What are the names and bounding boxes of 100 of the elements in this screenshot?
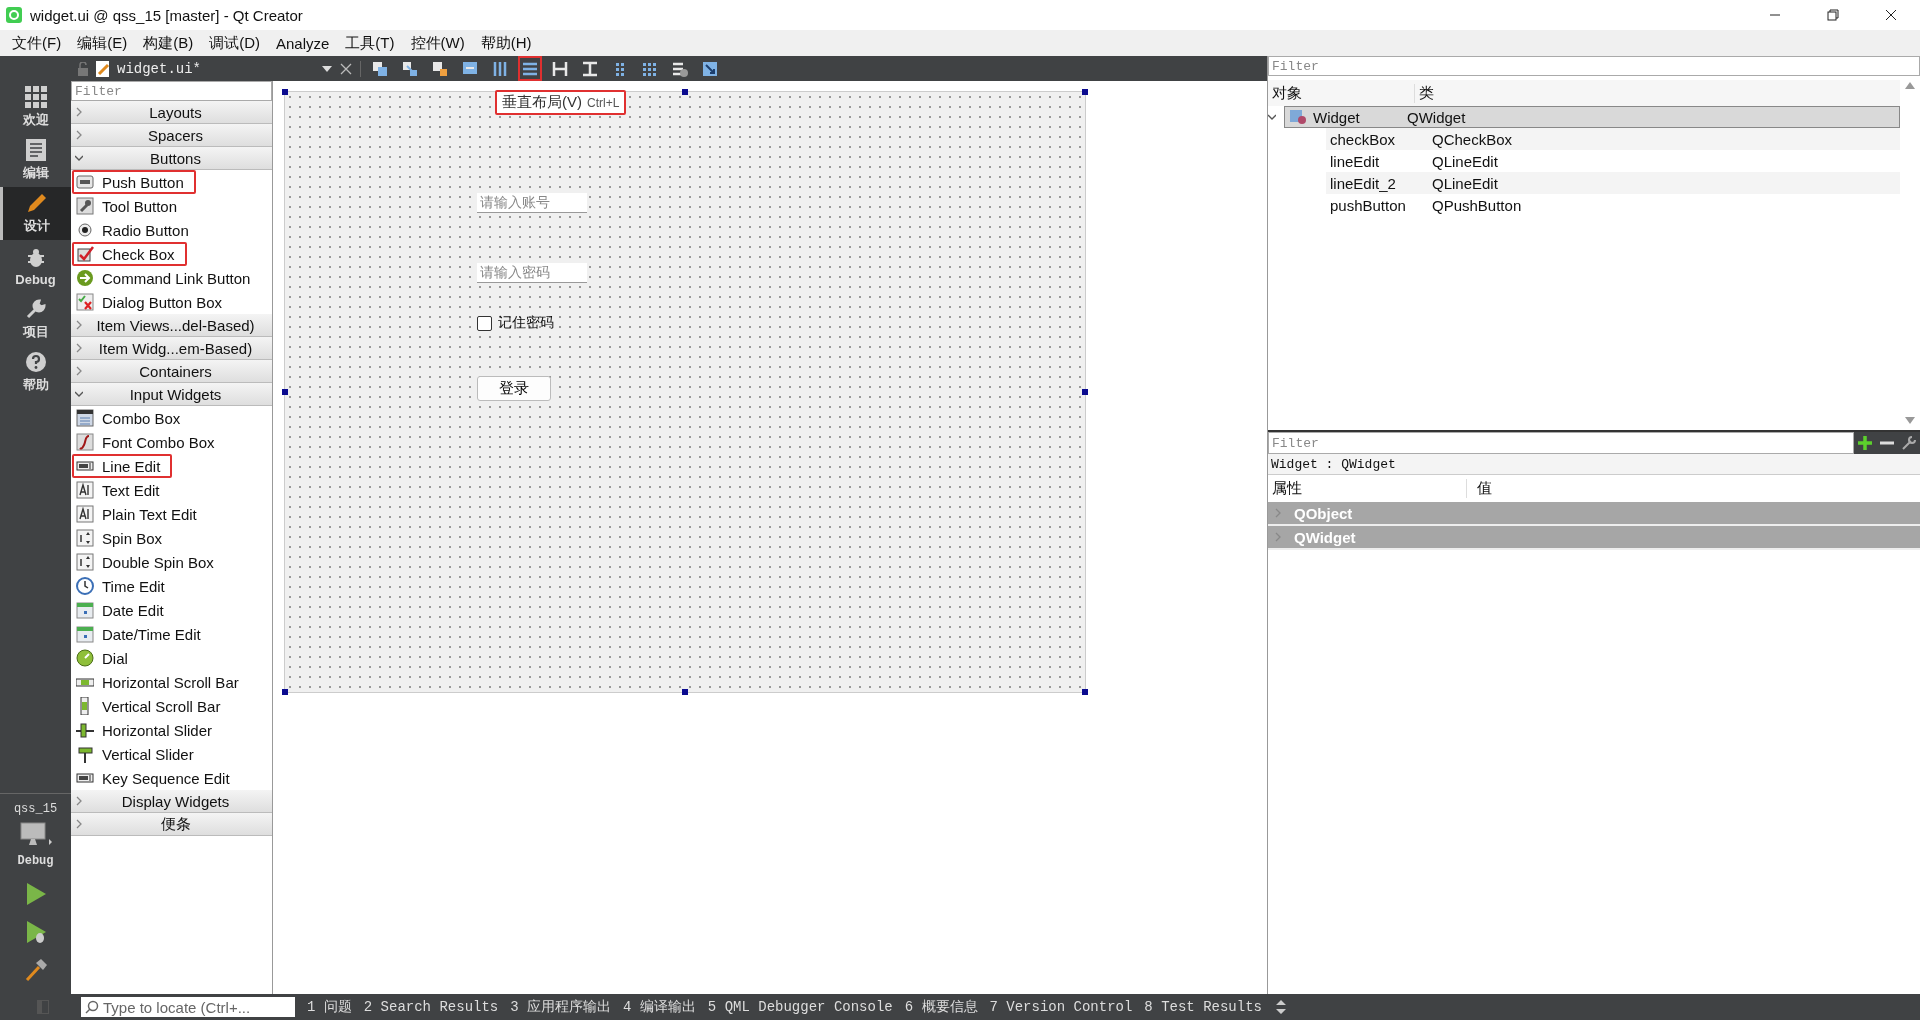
widget-item[interactable]: Dialog Button Box [72, 290, 271, 314]
tree-row[interactable]: checkBox QCheckBox [1326, 128, 1900, 150]
widget-item[interactable]: Text Edit [72, 478, 271, 502]
category-header[interactable]: 便条 [71, 813, 272, 836]
widget-item[interactable]: Push Button [72, 170, 196, 194]
widget-item[interactable]: Command Link Button [72, 266, 271, 290]
mode-tab[interactable]: 编辑 [0, 134, 71, 187]
output-pane-button[interactable]: 7 Version Control [983, 999, 1139, 1015]
widget-item[interactable]: Check Box [72, 242, 187, 266]
wrench-icon [76, 197, 94, 215]
output-pane-button[interactable]: 8 Test Results [1138, 999, 1268, 1015]
login-button[interactable]: 登录 [477, 376, 551, 401]
widget-item[interactable]: Time Edit [72, 574, 271, 598]
selection-handle[interactable] [682, 89, 688, 95]
category-header[interactable]: Spacers [71, 124, 272, 147]
tree-row[interactable]: Widget QWidget [1284, 106, 1900, 128]
widget-item[interactable]: Plain Text Edit [72, 502, 271, 526]
arrow-circle-icon [76, 269, 94, 287]
plus-icon[interactable] [1858, 436, 1872, 450]
radio-icon [76, 221, 94, 239]
widget-item[interactable]: Date/Time Edit [72, 622, 271, 646]
filter-field[interactable]: Filter [1268, 432, 1854, 454]
wrench-icon[interactable] [1902, 436, 1916, 450]
widget-item[interactable]: Tool Button [72, 194, 271, 218]
tooltip: 垂直布局(V) Ctrl+L [495, 90, 627, 115]
widget-item[interactable]: Spin Box [72, 526, 271, 550]
mode-tab[interactable]: 设计 [0, 187, 71, 240]
chevron-right-icon [75, 320, 83, 330]
menu-item[interactable]: Analyze [268, 34, 338, 52]
h-splitter-icon [551, 59, 569, 78]
widget-item[interactable]: Key Sequence Edit [72, 766, 271, 790]
selection-handle[interactable] [282, 89, 288, 95]
locator-field[interactable]: Type to locate (Ctrl+... [81, 997, 295, 1017]
menu-item[interactable]: 调试(D) [201, 33, 268, 53]
menu-item[interactable]: 编辑(E) [69, 33, 136, 53]
category-header[interactable]: Layouts [71, 101, 272, 124]
category-header[interactable]: Buttons [71, 147, 272, 170]
output-pane-button[interactable]: 1 问题 [301, 998, 358, 1016]
column-header: 对象 [1268, 83, 1415, 103]
checkbox[interactable] [477, 315, 492, 331]
widget-item[interactable]: Line Edit [72, 454, 173, 478]
widget-item[interactable]: Combo Box [72, 406, 271, 430]
widget-item[interactable]: Double Spin Box [72, 550, 271, 574]
selection-handle[interactable] [282, 389, 288, 395]
spin-box-icon [76, 553, 94, 571]
category-header[interactable]: Item Views...del-Based) [71, 314, 272, 337]
monitor-icon[interactable] [18, 822, 53, 848]
output-pane-button[interactable]: 5 QML Debugger Console [701, 999, 899, 1015]
line-edit[interactable]: 请输入账号 [477, 193, 587, 213]
tree-row[interactable]: pushButton QPushButton [1326, 194, 1900, 216]
menu-item[interactable]: 帮助(H) [472, 33, 540, 53]
widgets-icon [371, 59, 389, 78]
selection-handle[interactable] [682, 689, 688, 695]
widget-item[interactable]: Font Combo Box [72, 430, 271, 454]
line-edit[interactable]: 请输入密码 [477, 263, 587, 283]
debug-run-icon[interactable] [24, 920, 47, 944]
up-down-arrows-icon[interactable] [1275, 1000, 1286, 1014]
toolbar-button[interactable] [519, 57, 541, 80]
widget-item[interactable]: Dial [72, 646, 271, 670]
widget-item[interactable]: Vertical Slider [72, 742, 271, 766]
checkbox-icon [76, 245, 94, 263]
widget-item[interactable]: Horizontal Scroll Bar [72, 670, 271, 694]
mode-tab[interactable]: 帮助 [0, 346, 71, 399]
menu-item[interactable]: 构建(B) [135, 33, 202, 53]
mode-tab[interactable]: 项目 [0, 293, 71, 346]
chevron-right-icon [1274, 532, 1282, 542]
output-pane-button[interactable]: 2 Search Results [357, 999, 505, 1015]
chevron-right-icon [75, 343, 83, 353]
menu-item[interactable]: 工具(T) [337, 33, 403, 53]
output-pane-button[interactable]: 3 应用程序输出 [504, 998, 618, 1016]
widget-item[interactable]: Date Edit [72, 598, 271, 622]
tree-row[interactable]: lineEdit QLineEdit [1326, 150, 1900, 172]
hammer-icon[interactable] [23, 958, 48, 982]
filter-field[interactable]: Filter [1268, 56, 1920, 76]
file-name[interactable]: widget.ui* [117, 60, 316, 77]
output-pane-button[interactable]: 4 编译输出 [617, 998, 702, 1016]
tree-row[interactable]: lineEdit_2 QLineEdit [1326, 172, 1900, 194]
widget-item[interactable]: Radio Button [72, 218, 271, 242]
scroll-down-icon[interactable] [1905, 417, 1915, 424]
dropdown-icon[interactable] [322, 65, 332, 72]
category-header[interactable]: Input Widgets [71, 383, 272, 406]
menu-item[interactable]: 控件(W) [402, 33, 473, 53]
menu-item[interactable]: 文件(F) [4, 33, 70, 53]
scroll-up-icon[interactable] [1905, 82, 1915, 89]
restore-icon[interactable] [1827, 9, 1839, 21]
widget-item[interactable]: Vertical Scroll Bar [72, 694, 271, 718]
selection-handle[interactable] [1082, 389, 1088, 395]
filter-field[interactable]: Filter [71, 81, 272, 101]
mode-tab[interactable]: Debug [0, 240, 71, 293]
selection-handle[interactable] [1082, 89, 1088, 95]
category-header[interactable]: Containers [71, 360, 272, 383]
category-header[interactable]: Item Widg...em-Based) [71, 337, 272, 360]
output-pane-button[interactable]: 6 概要信息 [898, 998, 984, 1016]
widget-item[interactable]: Horizontal Slider [72, 718, 271, 742]
close-icon[interactable] [1885, 9, 1897, 21]
mode-tab[interactable]: 欢迎 [0, 81, 71, 134]
selection-handle[interactable] [282, 689, 288, 695]
category-header[interactable]: Display Widgets [71, 790, 272, 813]
run-icon[interactable] [24, 882, 47, 906]
selection-handle[interactable] [1082, 689, 1088, 695]
